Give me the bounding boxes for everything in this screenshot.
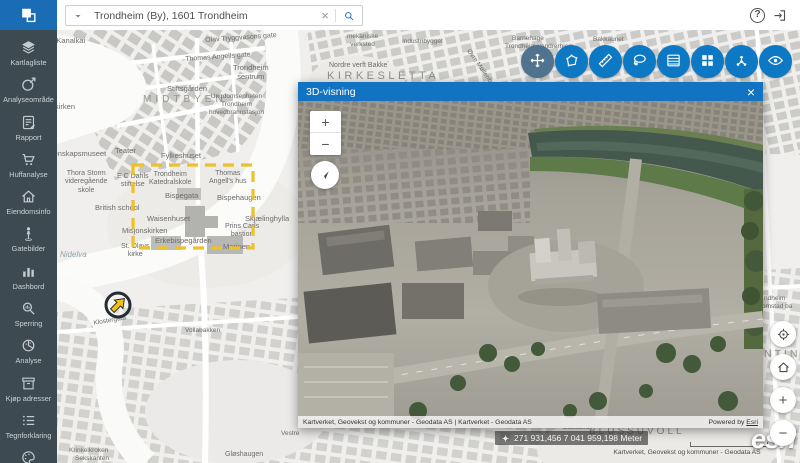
3d-zoom-out-button[interactable]: − — [310, 133, 341, 155]
sidebar-item-kjop-adresser[interactable]: Kjøp adresser — [0, 375, 57, 402]
measure-icon — [597, 52, 614, 72]
lasso-button[interactable] — [623, 45, 656, 78]
analysis-area-icon — [20, 76, 37, 93]
sidebar-item-gatebilder[interactable]: Gatebilder — [0, 225, 57, 252]
clear-search-button[interactable]: × — [315, 9, 335, 22]
3d-scene-graphics — [298, 101, 763, 428]
cart-icon — [20, 151, 37, 168]
app-logo[interactable] — [0, 0, 57, 30]
map-toolbar — [521, 45, 792, 78]
3d-panel-header[interactable]: 3D-visning × — [298, 82, 763, 101]
3d-view-panel: 3D-visning × — [298, 82, 763, 428]
3d-attribution-text: Kartverket, Geovekst og kommuner - Geoda… — [303, 419, 532, 426]
coordinate-readout: 271 931,456 7 041 959,198 Meter — [495, 431, 648, 445]
magnifier-icon — [20, 300, 37, 317]
3d-attribution: Kartverket, Geovekst og kommuner - Geoda… — [298, 416, 763, 428]
house-icon — [20, 188, 37, 205]
pan-button[interactable] — [521, 45, 554, 78]
sidebar-item-analyse[interactable]: Analyse — [0, 337, 57, 364]
crosshair-icon — [501, 434, 510, 443]
home-button[interactable] — [770, 354, 796, 380]
sidebar-item-sperring[interactable]: Sperring — [0, 300, 57, 327]
sidebar-item-analyseomrade[interactable]: Analyseområde — [0, 76, 57, 103]
sidebar-item-tegn[interactable]: Tegn — [0, 449, 57, 463]
logout-button[interactable] — [772, 7, 788, 23]
close-3d-panel-button[interactable]: × — [747, 85, 755, 99]
sidebar-item-huffanalyse[interactable]: Huffanalyse — [0, 151, 57, 178]
apps-button[interactable] — [691, 45, 724, 78]
sidebar-item-rapport[interactable]: Rapport — [0, 114, 57, 141]
map-canvas[interactable]: Vestre KanalkaiOlav Tryggvasons gateThom… — [57, 30, 800, 463]
street-view-marker[interactable] — [104, 291, 132, 319]
esri-link[interactable]: Esri — [746, 419, 758, 426]
zoom-in-button[interactable]: + — [770, 387, 796, 413]
table-button[interactable] — [657, 45, 690, 78]
sidebar-item-dashbord[interactable]: Dashbord — [0, 263, 57, 290]
table-icon — [665, 52, 682, 72]
legend-icon — [20, 412, 37, 429]
zoom-out-button[interactable]: − — [770, 420, 796, 446]
sidebar-item-eiendomsinfo[interactable]: Eiendomsinfo — [0, 188, 57, 215]
select-area-icon — [563, 52, 580, 72]
top-actions: ? — [750, 7, 788, 23]
sidebar: Kartlagliste Analyseområde Rapport Huffa… — [0, 30, 57, 463]
lasso-icon — [631, 52, 648, 72]
topbar: Trondheim (By), 1601 Trondheim × ? — [0, 0, 800, 30]
3d-scene[interactable]: + − Kartverket, Geovekst og kommuner - G… — [298, 101, 763, 428]
powered-by: Powered by Esri — [708, 419, 758, 426]
grid-icon — [699, 52, 716, 72]
sidebar-item-kartlagliste[interactable]: Kartlagliste — [0, 39, 57, 66]
layers-icon — [20, 39, 37, 56]
pan-icon — [529, 52, 546, 72]
report-icon — [20, 114, 37, 131]
map-attribution: Kartverket, Geovekst og kommuner - Geoda… — [602, 449, 772, 456]
3d-zoom-control: + − — [310, 111, 341, 155]
share-icon — [733, 52, 750, 72]
box-icon — [20, 375, 37, 392]
pie-icon — [20, 337, 37, 354]
select-area-button[interactable] — [555, 45, 588, 78]
search-bar: Trondheim (By), 1601 Trondheim × — [65, 5, 363, 26]
coordinates-text: 271 931,456 7 041 959,198 Meter — [514, 433, 642, 443]
visibility-button[interactable] — [759, 45, 792, 78]
locate-button[interactable] — [770, 321, 796, 347]
barchart-icon — [20, 263, 37, 280]
search-scope-dropdown[interactable] — [66, 6, 90, 25]
search-button[interactable] — [336, 10, 362, 22]
3d-panel-title: 3D-visning — [306, 86, 356, 98]
powered-by-prefix: Powered by — [708, 419, 744, 426]
measure-button[interactable] — [589, 45, 622, 78]
compass-button[interactable] — [311, 161, 339, 189]
help-button[interactable]: ? — [750, 8, 765, 23]
palette-icon — [20, 449, 37, 463]
streetview-icon — [20, 225, 37, 242]
3d-zoom-in-button[interactable]: + — [310, 111, 341, 133]
search-input[interactable]: Trondheim (By), 1601 Trondheim — [90, 10, 315, 22]
eye-icon — [767, 52, 784, 72]
share-button[interactable] — [725, 45, 758, 78]
sidebar-item-tegnforklaring[interactable]: Tegnforklaring — [0, 412, 57, 439]
analysis-area-outline — [130, 162, 256, 251]
